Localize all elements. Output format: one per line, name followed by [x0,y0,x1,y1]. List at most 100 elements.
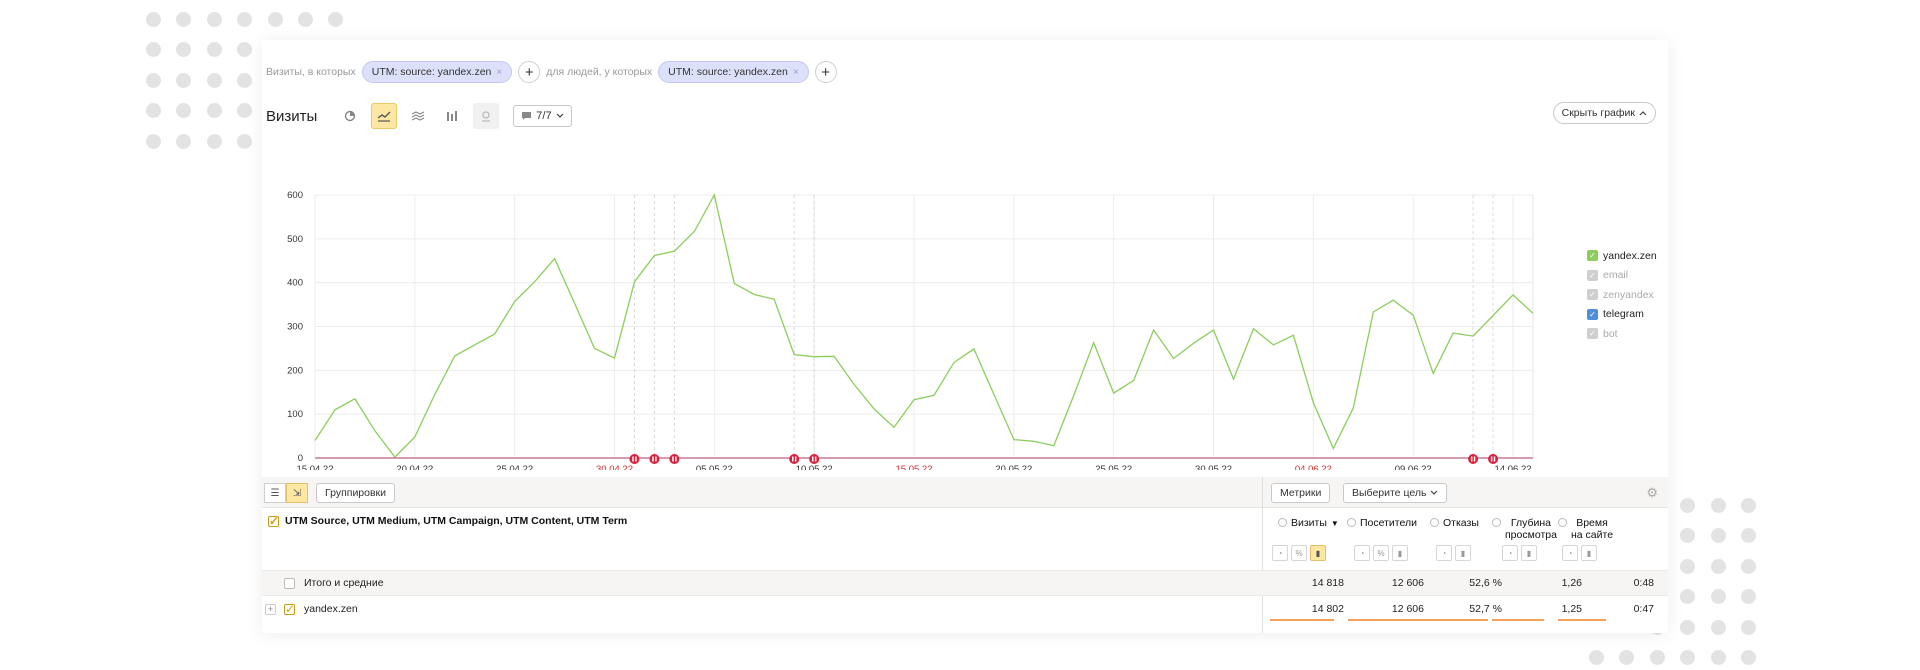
bar-chart-icon[interactable] [439,103,465,129]
table-row[interactable]: + ✓ yandex.zen 14 802 12 606 52,7 % 1,25… [262,596,1668,622]
area-chart-icon[interactable] [405,103,431,129]
visitors-view-buttons: ◔ % ▮ [1354,545,1408,561]
radio-icon[interactable] [1347,518,1356,527]
column-visitors[interactable]: Посетители [1347,517,1417,529]
row-visitors-bar [1348,619,1430,621]
tree-view-icon[interactable]: ⇲ [286,483,308,503]
visits-filter-chip-label: UTM: source: yandex.zen [371,66,492,78]
legend-item[interactable]: ✓ yandex.zen [1587,246,1657,266]
radio-icon[interactable] [1278,518,1287,527]
hide-graph-button[interactable]: Скрыть график [1552,102,1656,124]
add-visits-filter-button[interactable]: + [518,61,541,83]
x-tick-label: 30.04.22 [596,464,633,470]
select-goal-button[interactable]: Выберите цель [1343,483,1448,503]
annotation-marker-glyph [655,456,657,462]
decorative-dot [1619,650,1635,665]
decorative-dot [176,12,192,27]
decorative-dot [1710,528,1726,544]
column-time[interactable]: Время на сайте [1558,517,1613,541]
pie-chart-icon[interactable]: ◔ [1562,545,1578,561]
expand-row-icon[interactable]: + [265,603,276,615]
decorative-dot [176,72,192,88]
y-tick-label: 100 [287,409,303,420]
percent-icon[interactable]: % [1373,545,1389,561]
chevron-down-icon [1431,490,1438,495]
column-depth[interactable]: Глубина просмотра [1492,517,1557,541]
legend-item[interactable]: ✓ bot [1587,324,1657,344]
legend-item[interactable]: ✓ zenyandex [1587,285,1657,305]
metrika-report-panel: Визиты, в которых UTM: source: yandex.ze… [262,40,1668,633]
column-visits[interactable]: Визиты ▼ [1278,517,1339,530]
annotation-marker-glyph [675,456,677,462]
row-visits: 14 802 [1311,603,1344,615]
pie-chart-icon[interactable]: ◔ [1272,545,1288,561]
x-tick-label: 14.06.22 [1495,464,1532,470]
close-icon[interactable]: × [793,67,799,78]
decorative-dot [146,42,161,58]
stage: Визиты, в которых UTM: source: yandex.ze… [0,0,1920,670]
annotation-marker-glyph [1470,456,1473,462]
pie-chart-icon[interactable]: ◔ [1436,545,1452,561]
x-tick-label: 25.04.22 [496,464,533,470]
legend-label: yandex.zen [1603,249,1657,262]
decorative-dot [267,12,283,27]
close-icon[interactable]: × [496,67,502,78]
decorative-dot [298,12,313,27]
legend-checkbox[interactable]: ✓ [1587,328,1598,340]
list-view-icon[interactable]: ☰ [264,483,286,503]
decorative-dot [328,12,344,27]
x-tick-label: 20.05.22 [995,464,1032,470]
pie-chart-icon[interactable]: ◔ [1502,545,1518,561]
decorative-dot [1741,619,1756,635]
legend-checkbox[interactable]: ✓ [1587,308,1598,320]
depth-view-buttons: ◔ ▮ [1502,545,1537,561]
line-chart-icon[interactable] [371,103,398,129]
x-tick-label: 10.05.22 [796,464,833,470]
bar-chart-icon[interactable]: ▮ [1455,545,1471,561]
visits-line-chart: 0 100 200 300 400 500 600 15.04.22 20.04.22 25.04… [287,190,1534,470]
decorative-dot [1710,650,1726,665]
totals-checkbox[interactable] [284,577,295,589]
gear-icon[interactable]: ⚙ [1646,485,1658,501]
radio-icon[interactable] [1430,518,1439,527]
annotations-dropdown[interactable]: 7/7 [513,105,572,127]
bar-chart-icon[interactable]: ▮ [1581,545,1597,561]
row-checkbox[interactable]: ✓ [284,603,295,615]
people-filter-chip[interactable]: UTM: source: yandex.zen × [658,61,809,83]
checkbox-checked-icon[interactable]: ✓ [268,515,279,527]
groupings-button[interactable]: Группировки [316,483,396,503]
row-bounces-bar [1430,619,1488,621]
pie-chart-icon[interactable] [337,103,363,129]
visits-filter-chip[interactable]: UTM: source: yandex.zen × [361,61,513,83]
bar-chart-icon[interactable]: ▮ [1521,545,1537,561]
pie-chart-icon[interactable]: ◔ [1354,545,1370,561]
map-pin-icon[interactable] [473,103,500,129]
legend-checkbox[interactable]: ✓ [1587,289,1598,301]
annotation-marker-glyph [635,456,637,462]
legend-item[interactable]: ✓ telegram [1587,305,1657,325]
metrics-button[interactable]: Метрики [1271,483,1331,503]
column-bounces[interactable]: Отказы [1430,517,1479,529]
decorative-dot [1589,650,1604,665]
add-people-filter-button[interactable]: + [814,61,837,83]
row-bounces: 52,7 % [1469,603,1502,615]
decorative-dot [237,133,253,149]
y-tick-label: 200 [287,365,303,376]
annotation-marker-glyph [814,456,817,462]
bar-chart-icon[interactable]: ▮ [1310,545,1326,561]
bar-chart-icon[interactable]: ▮ [1392,545,1408,561]
legend-item[interactable]: ✓ email [1587,266,1657,286]
row-label[interactable]: yandex.zen [304,603,358,615]
people-filter-prefix: для людей, у которых [546,66,653,78]
annotation-marker [789,454,800,464]
totals-row: Итого и средние 14 818 12 606 52,6 % 1,2… [262,570,1668,596]
report-table: ☰ ⇲ Группировки Метрики Выберите цель ⚙ … [262,477,1668,633]
decorative-dot [1741,558,1756,574]
radio-icon[interactable] [1492,518,1501,527]
decorative-dot [237,103,253,119]
percent-icon[interactable]: % [1291,545,1307,561]
radio-icon[interactable] [1558,518,1567,527]
decorative-dot [146,103,161,119]
legend-checkbox[interactable]: ✓ [1587,269,1598,281]
legend-checkbox[interactable]: ✓ [1587,250,1598,262]
